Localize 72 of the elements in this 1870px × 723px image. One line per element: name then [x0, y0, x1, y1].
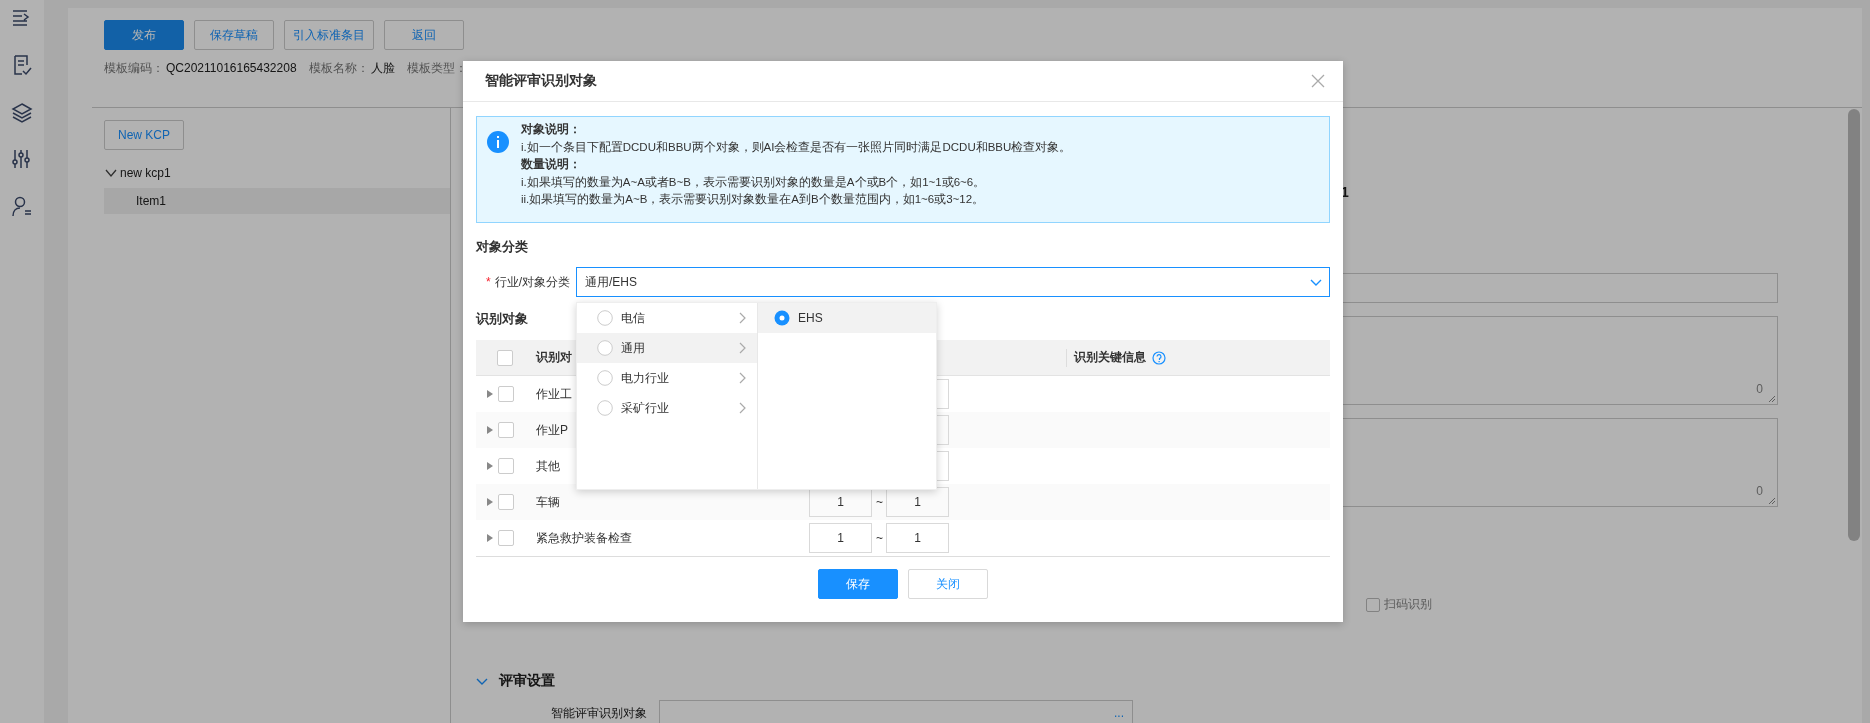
radio-icon[interactable] [597, 340, 613, 356]
checkbox[interactable] [497, 349, 513, 366]
checkbox[interactable] [1366, 597, 1380, 612]
tree-node[interactable]: new kcp1 [120, 166, 171, 180]
range-separator: ~ [876, 531, 882, 545]
menu-item[interactable]: EHS [758, 303, 936, 333]
radio-icon[interactable] [597, 400, 613, 416]
table-cell: 车辆 [536, 494, 560, 509]
chevron-right-icon [737, 342, 747, 354]
section-title: 对象分类 [476, 238, 528, 256]
chevron-right-icon [737, 372, 747, 384]
radio-selected-icon[interactable] [774, 310, 790, 326]
number-field[interactable]: 1 [886, 523, 949, 553]
checkbox[interactable] [498, 386, 514, 402]
range-separator: ~ [876, 495, 882, 509]
checkbox[interactable] [498, 458, 514, 474]
table-cell: 紧急救护装备检查 [536, 530, 632, 545]
checklist-icon[interactable] [11, 54, 33, 76]
resize-grip-icon[interactable] [1768, 395, 1776, 403]
dialog-title: 智能评审识别对象 [485, 72, 597, 90]
table-cell: 其他 [536, 458, 560, 473]
scrollbar-thumb[interactable] [1848, 109, 1860, 541]
notice-text: i.如果填写的数量为A~A或者B~B，表示需要识别对象的数量是A个或B个，如1~1或6~6。 [521, 174, 987, 190]
notice-text: i.如一个条目下配置DCDU和BBU两个对象，则AI会检查是否有一张照片同时满足DCDU和BBU检查对象。 [521, 139, 1072, 155]
number-field[interactable]: 1 [809, 523, 872, 553]
checkbox[interactable] [498, 530, 514, 546]
radio-icon[interactable] [597, 370, 613, 386]
field-label: 智能评审识别对象 [551, 704, 647, 722]
char-count: 0 [1756, 382, 1763, 396]
info-value: 人脸 [370, 60, 395, 76]
checkbox[interactable] [498, 494, 514, 510]
info-label: 模板名称： [308, 60, 369, 76]
section-title: 识别对象 [476, 310, 528, 328]
required-mark: * [486, 274, 491, 289]
checkbox-label: 扫码识别 [1384, 596, 1432, 613]
column-header: 识别对 [536, 349, 572, 366]
chevron-right-icon [737, 312, 747, 324]
layers-icon[interactable] [11, 101, 33, 123]
info-label: 模板编码： [104, 60, 164, 76]
expand-triangle-icon[interactable] [486, 389, 494, 399]
expand-triangle-icon[interactable] [486, 533, 494, 543]
table-cell: 作业P [536, 422, 568, 437]
section-title: 评审设置 [499, 672, 555, 690]
info-value: QC20211016165432208 [166, 60, 297, 76]
notice-heading: 对象说明： [521, 122, 582, 137]
select-value: 通用/EHS [585, 273, 637, 291]
checkbox[interactable] [498, 422, 514, 438]
column-header: 识别关键信息 [1074, 349, 1146, 366]
field-label: 行业/对象分类 [494, 274, 570, 289]
expand-triangle-icon[interactable] [486, 497, 494, 507]
menu-item[interactable]: 采矿行业 [577, 393, 757, 423]
info-icon [487, 131, 509, 153]
menu-item[interactable]: 电信 [577, 303, 757, 333]
expand-triangle-icon[interactable] [486, 461, 494, 471]
chevron-down-icon[interactable] [104, 167, 118, 179]
table-cell: 作业工 [536, 386, 572, 401]
menu-item[interactable]: 通用 [577, 333, 757, 363]
select-field[interactable]: 通用/EHS [576, 267, 1330, 297]
help-icon[interactable] [1152, 350, 1166, 365]
sliders-icon[interactable] [11, 148, 33, 170]
radio-icon[interactable] [597, 310, 613, 326]
tree-item[interactable]: Item1 [104, 188, 450, 214]
notice-text: ii.如果填写的数量为A~B，表示需要识别对象数量在A到B个数量范围内，如1~6或3~12。 [521, 192, 986, 207]
resize-grip-icon[interactable] [1768, 497, 1776, 505]
expand-triangle-icon[interactable] [486, 425, 494, 435]
user-icon[interactable] [11, 195, 33, 217]
char-count: 0 [1756, 484, 1763, 498]
info-label: 模板类型： [406, 60, 467, 76]
close-icon[interactable] [1311, 74, 1325, 88]
notice-heading: 数量说明： [521, 157, 582, 172]
chevron-right-icon [737, 402, 747, 414]
menu-item[interactable]: 电力行业 [577, 363, 757, 393]
